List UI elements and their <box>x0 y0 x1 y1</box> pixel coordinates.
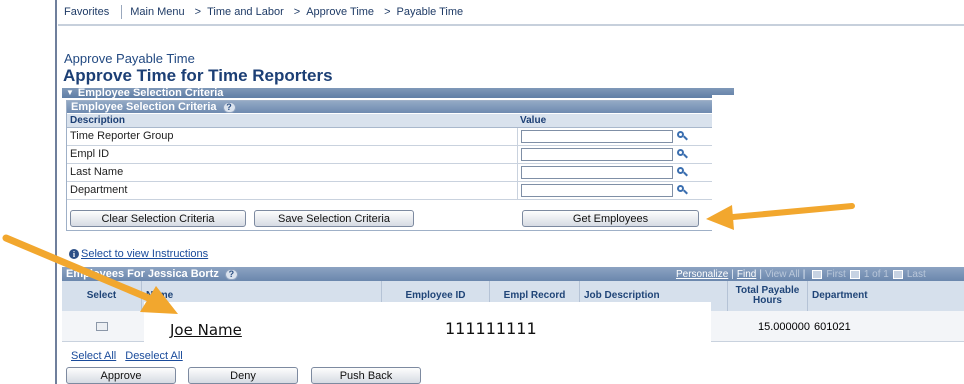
next-icon[interactable] <box>892 269 903 279</box>
redaction-overlay: Joe Name 111111111 <box>144 302 711 342</box>
column-header-value: Value <box>517 114 733 128</box>
approve-button[interactable]: Approve <box>66 367 176 384</box>
time-reporter-group-input[interactable] <box>520 129 673 143</box>
left-border-rule <box>55 0 57 384</box>
criteria-section-header[interactable]: ▼ Employee Selection Criteria <box>62 87 734 99</box>
breadcrumb-separator: > <box>293 6 301 18</box>
breadcrumb-approve-time[interactable]: Approve Time <box>306 6 374 18</box>
get-employees-button[interactable]: Get Employees <box>522 210 699 227</box>
empl-id-input[interactable] <box>520 147 673 161</box>
criteria-row: Last Name <box>67 163 733 182</box>
deselect-all-link[interactable]: Deselect All <box>125 350 182 362</box>
total-payable-hours-cell: 15.000000 <box>758 320 810 333</box>
criteria-grid-header: Employee Selection Criteria ? <box>67 101 733 113</box>
selection-links: Select All Deselect All <box>71 350 183 362</box>
last-name-input[interactable] <box>520 165 673 179</box>
criteria-label-time-reporter-group: Time Reporter Group <box>67 127 518 146</box>
lookup-search-icon[interactable] <box>676 130 688 142</box>
push-back-button[interactable]: Push Back <box>311 367 421 384</box>
collapse-triangle-icon[interactable]: ▼ <box>66 88 74 98</box>
clear-selection-criteria-button[interactable]: Clear Selection Criteria <box>70 210 246 227</box>
breadcrumb-time-and-labor[interactable]: Time and Labor <box>207 6 284 18</box>
help-icon[interactable]: ? <box>224 268 238 280</box>
last-link[interactable]: Last <box>907 269 926 280</box>
criteria-label-department: Department <box>67 181 518 200</box>
criteria-row: Empl ID <box>67 145 733 164</box>
page-subtitle: Approve Payable Time <box>64 51 195 66</box>
breadcrumb-main-menu[interactable]: Main Menu <box>130 6 184 18</box>
save-selection-criteria-button[interactable]: Save Selection Criteria <box>254 210 414 227</box>
breadcrumb-separator: > <box>194 6 202 18</box>
first-link[interactable]: First <box>826 269 845 280</box>
criteria-label-last-name: Last Name <box>67 163 518 182</box>
lookup-search-icon[interactable] <box>676 166 688 178</box>
breadcrumb: Favorites Main Menu > Time and Labor > A… <box>58 0 964 26</box>
page-title: Approve Time for Time Reporters <box>63 66 333 85</box>
criteria-row: Time Reporter Group <box>67 127 733 146</box>
help-icon[interactable]: ? <box>222 101 236 113</box>
annotation-arrow-left <box>2 234 178 314</box>
criteria-row: Department <box>67 181 733 200</box>
criteria-section-label: Employee Selection Criteria <box>77 87 224 99</box>
row-counter: 1 of 1 <box>863 268 889 280</box>
breadcrumb-separator: > <box>384 6 391 18</box>
column-header-description: Description <box>67 114 517 128</box>
deny-button[interactable]: Deny <box>188 367 298 384</box>
criteria-table: Description Value Time Reporter Group Em… <box>67 114 733 200</box>
column-header-department[interactable]: Department <box>808 281 964 311</box>
criteria-grid-label: Employee Selection Criteria <box>71 101 217 113</box>
department-cell: 601021 <box>814 320 851 333</box>
breadcrumb-payable-time[interactable]: Payable Time <box>397 6 464 18</box>
grid-navigation: Personalize | Find | View All | First 1 … <box>676 268 926 280</box>
breadcrumb-divider <box>121 5 123 19</box>
employees-grid-header: Employees For Jessica Bortz ? Personaliz… <box>62 267 964 281</box>
breadcrumb-favorites[interactable]: Favorites <box>64 6 109 18</box>
lookup-search-icon[interactable] <box>676 148 688 160</box>
criteria-label-empl-id: Empl ID <box>67 145 518 164</box>
employee-id-cell: 111111111 <box>445 319 537 338</box>
download-icon[interactable] <box>812 269 823 279</box>
column-header-total-payable-hours[interactable]: Total Payable Hours <box>728 281 808 311</box>
select-all-link[interactable]: Select All <box>71 350 116 362</box>
department-input[interactable] <box>520 183 673 197</box>
lookup-search-icon[interactable] <box>676 184 688 196</box>
view-all-link[interactable]: View All <box>765 269 800 280</box>
find-link[interactable]: Find <box>737 269 756 280</box>
personalize-link[interactable]: Personalize <box>676 269 728 280</box>
whiteout-patch <box>712 95 964 258</box>
previous-icon[interactable] <box>849 269 860 279</box>
annotation-arrow-right <box>706 203 855 230</box>
